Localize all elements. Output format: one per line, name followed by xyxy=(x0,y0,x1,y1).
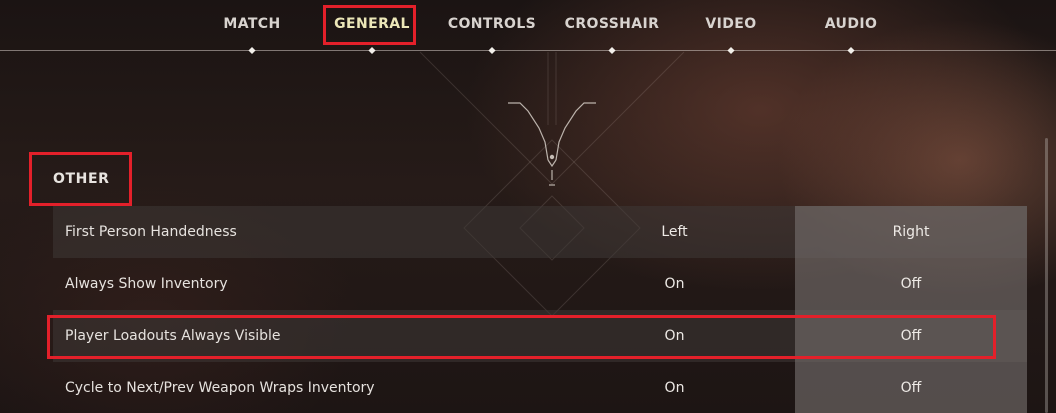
section-title: OTHER xyxy=(53,171,110,187)
tab-match[interactable]: MATCH xyxy=(223,16,280,36)
tab-marker-icon xyxy=(488,46,496,55)
setting-label: Player Loadouts Always Visible xyxy=(65,328,281,344)
tab-marker-icon xyxy=(248,46,256,55)
option-right-button[interactable]: Right xyxy=(795,206,1027,258)
tab-audio[interactable]: AUDIO xyxy=(825,16,878,36)
option-on-button[interactable]: On xyxy=(558,258,791,310)
tab-video[interactable]: VIDEO xyxy=(705,16,756,36)
option-off-button[interactable]: Off xyxy=(795,310,1027,362)
setting-row-weapon-wraps: Cycle to Next/Prev Weapon Wraps Inventor… xyxy=(53,362,1027,413)
setting-label: Cycle to Next/Prev Weapon Wraps Inventor… xyxy=(65,380,375,396)
tab-marker-icon xyxy=(847,46,855,55)
option-off-button[interactable]: Off xyxy=(795,258,1027,310)
tab-general[interactable]: GENERAL xyxy=(334,16,410,36)
option-left-button[interactable]: Left xyxy=(558,206,791,258)
option-on-button[interactable]: On xyxy=(558,362,791,413)
option-off-button[interactable]: Off xyxy=(795,362,1027,413)
tab-crosshair[interactable]: CROSSHAIR xyxy=(565,16,660,36)
setting-row-loadouts: Player Loadouts Always Visible On Off xyxy=(53,310,1027,362)
scrollbar[interactable] xyxy=(1045,138,1048,413)
nav-divider xyxy=(0,50,1056,51)
setting-row-inventory: Always Show Inventory On Off xyxy=(53,258,1027,310)
tab-marker-icon xyxy=(727,46,735,55)
settings-screen: MATCH GENERAL CONTROLS CROSSHAIR VIDEO A… xyxy=(0,0,1056,413)
tab-marker-icon xyxy=(608,46,616,55)
option-on-button[interactable]: On xyxy=(558,310,791,362)
tab-controls[interactable]: CONTROLS xyxy=(448,16,536,36)
setting-row-handedness: First Person Handedness Left Right xyxy=(53,206,1027,258)
setting-label: First Person Handedness xyxy=(65,224,237,240)
setting-label: Always Show Inventory xyxy=(65,276,228,292)
tab-marker-icon xyxy=(368,46,376,55)
